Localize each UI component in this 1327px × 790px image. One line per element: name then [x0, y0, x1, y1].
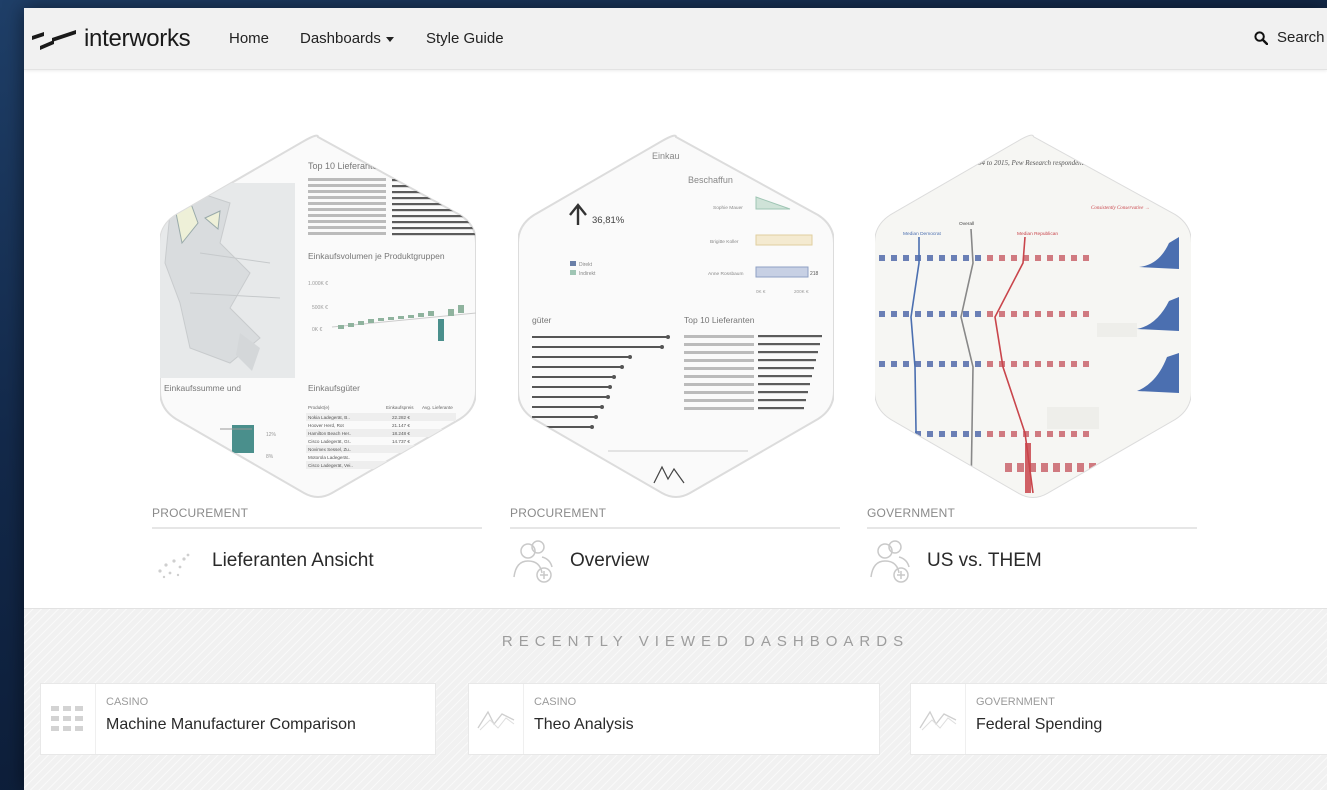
- thumb-row-1-val: 22.282 €: [392, 415, 410, 420]
- thumb-row-2: Hoover Herd, Rot: [308, 423, 344, 428]
- users-add-icon: [513, 540, 553, 583]
- thumb-label-dem: Median Democrat: [903, 231, 942, 237]
- thumb-bar-value: 218: [810, 271, 819, 277]
- thumb-row-7: Cisco Ladegerät, Vei..: [308, 463, 353, 468]
- card-category: PROCUREMENT: [510, 506, 840, 529]
- sparkline-icon: [919, 710, 957, 731]
- card-title[interactable]: Overview: [570, 550, 649, 572]
- dashboard-thumbnail[interactable]: 1994 to 2015, Pew Research respondents o…: [875, 133, 1191, 501]
- thumb-axis-1: 0K €: [756, 289, 766, 294]
- card-meta: GOVERNMENT US vs. THEM: [867, 506, 1197, 585]
- thumb-bar-label-3: Anne Rossbaum: [708, 271, 743, 277]
- search-icon: [1254, 30, 1268, 45]
- brand[interactable]: interworks: [30, 22, 191, 56]
- recent-category: CASINO: [534, 696, 577, 708]
- interworks-logo-icon: [30, 28, 80, 50]
- thumb-bar-label-2: Brigitte Koller: [710, 239, 739, 245]
- thumb-row-4-val: 14.737 €: [392, 439, 410, 444]
- nav-style-guide-link[interactable]: Style Guide: [426, 30, 504, 47]
- browser-viewport: interworks Home Dashboards Style Guide S…: [24, 8, 1327, 790]
- navbar: interworks Home Dashboards Style Guide S…: [24, 8, 1327, 70]
- recent-dashboard-card[interactable]: GOVERNMENT Federal Spending: [910, 683, 1327, 755]
- thumb-bar-label-1: Sophie Mauer: [713, 205, 743, 211]
- thumb-legend-2: Indirekt: [579, 271, 596, 277]
- sparkline-icon: [477, 710, 515, 731]
- nav-home-link[interactable]: Home: [229, 30, 269, 47]
- scatter-dots-icon: [158, 553, 190, 579]
- nav-dashboards-label: Dashboards: [300, 30, 381, 47]
- thumb-col-3: Avg. Lieferante: [422, 405, 453, 410]
- thumb-legend-1: Direkt: [579, 262, 593, 268]
- nav-dashboards-dropdown[interactable]: Dashboards: [300, 30, 394, 47]
- thumb-label-conservative: Consistently Conservative →: [1091, 206, 1150, 211]
- card-category: GOVERNMENT: [867, 506, 1197, 529]
- card-meta: PROCUREMENT Overview: [510, 506, 840, 585]
- recent-thumb: [911, 684, 966, 754]
- card-meta: PROCUREMENT Lieferanten Ansicht: [152, 506, 482, 585]
- grid-squares-icon: [51, 706, 83, 731]
- users-add-icon: [870, 540, 910, 583]
- recently-viewed-heading: RECENTLY VIEWED DASHBOARDS: [501, 633, 910, 650]
- card-category: PROCUREMENT: [152, 506, 482, 529]
- dashboard-thumbnail[interactable]: Top 10 Lieferanten Einkaufsvolumen je Pr…: [160, 133, 476, 501]
- recent-title[interactable]: Theo Analysis: [534, 716, 634, 734]
- thumb-row-5: Novimex Sessel, Zu..: [308, 447, 351, 452]
- thumb-pct-2: 8%: [266, 454, 274, 460]
- thumb-pct-1: 12%: [266, 432, 277, 438]
- thumb-right-header: Top 10 Lieferanten: [684, 315, 755, 325]
- card-title[interactable]: Lieferanten Ansicht: [212, 550, 374, 572]
- thumb-col-2: Einkaufspreis: [386, 405, 414, 410]
- thumb-axis-mid: 500K €: [312, 305, 328, 311]
- recent-thumb: [469, 684, 524, 754]
- thumb-col-1: Produkt(e): [308, 405, 330, 410]
- thumb-kpi: 36,81%: [592, 215, 625, 226]
- card-title[interactable]: US vs. THEM: [927, 550, 1042, 572]
- thumb-axis-2: 200K €: [794, 289, 809, 294]
- recent-thumb: [41, 684, 96, 754]
- thumb-axis-top: 1.000K €: [308, 281, 328, 287]
- recent-title[interactable]: Machine Manufacturer Comparison: [106, 716, 356, 734]
- recent-dashboard-card[interactable]: CASINO Machine Manufacturer Comparison: [40, 683, 436, 755]
- thumb-header-left: Einkau: [652, 151, 680, 161]
- thumb-row-1: Nokia Ladegerät, B..: [308, 415, 350, 420]
- recent-category: GOVERNMENT: [976, 696, 1055, 708]
- recent-category: CASINO: [106, 696, 149, 708]
- thumb-section-2: Einkaufsvolumen je Produktgruppen: [308, 251, 445, 261]
- dashboard-thumbnail[interactable]: Einkau Beschaffun 36,81% Direkt Indirekt…: [518, 133, 834, 501]
- thumb-left-label: güter: [532, 315, 552, 325]
- recent-title[interactable]: Federal Spending: [976, 716, 1102, 734]
- search-label: Search: [1277, 29, 1325, 46]
- thumb-row-4: Cisco Ladegerät, Gr..: [308, 439, 351, 444]
- thumb-row-2-val: 21.147 €: [392, 423, 410, 428]
- thumb-label-overall: Overall: [959, 221, 974, 227]
- thumb-row-3-val: 18.248 €: [392, 431, 410, 436]
- caret-down-icon: [385, 36, 394, 42]
- thumb-axis-bottom: 0K €: [312, 327, 323, 333]
- thumb-section-3-left: Einkaufssumme und: [164, 383, 241, 393]
- thumb-row-6: Motorola Ladegerät..: [308, 455, 350, 460]
- recent-dashboard-card[interactable]: CASINO Theo Analysis: [468, 683, 880, 755]
- thumb-row-3: Hamilton Beach Her..: [308, 431, 351, 436]
- thumb-label-rep: Median Republican: [1017, 231, 1058, 237]
- recently-viewed-section: RECENTLY VIEWED DASHBOARDS CASINO Machin…: [24, 608, 1327, 790]
- search-button[interactable]: Search: [1254, 29, 1325, 46]
- thumb-section-3-right: Einkaufsgüter: [308, 383, 360, 393]
- brand-name: interworks: [84, 25, 191, 52]
- thumb-header-right: Beschaffun: [688, 175, 733, 185]
